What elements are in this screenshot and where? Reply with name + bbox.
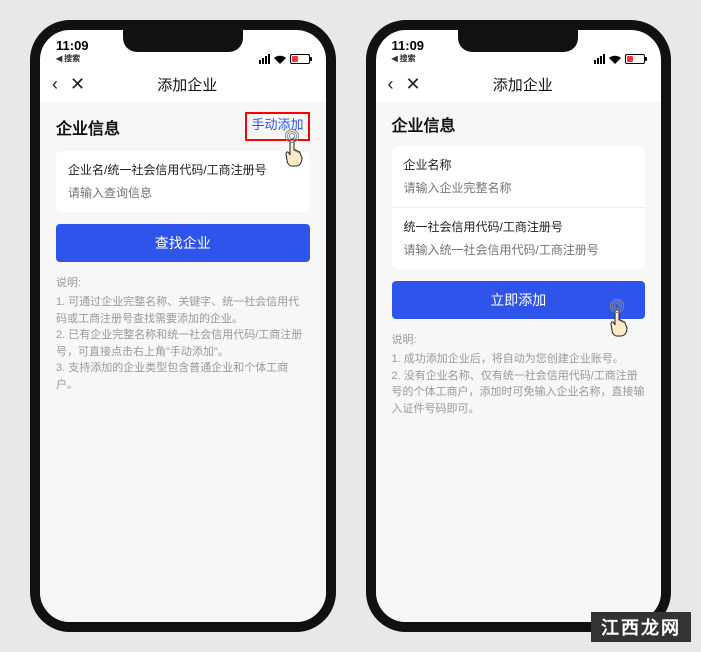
back-icon[interactable]: ‹	[388, 74, 394, 95]
pointer-hand-icon	[607, 306, 637, 342]
status-time: 11:09	[392, 38, 425, 53]
hint-item: 2. 已有企业完整名称和统一社会信用代码/工商注册号，可直接点击右上角"手动添加…	[56, 327, 310, 360]
field-label-name: 企业名称	[404, 156, 634, 173]
pointer-hand-icon	[282, 136, 312, 172]
battery-icon	[290, 54, 310, 64]
status-search: ◀ 搜索	[392, 53, 425, 64]
field-label: 企业名/统一社会信用代码/工商注册号	[68, 161, 298, 178]
wifi-icon	[609, 55, 621, 64]
phone-left: 11:09 ◀ 搜索 ‹ ✕ 添加企业 企业信息 手动添加 企业名/统一社会信用…	[30, 20, 336, 632]
section-title: 企业信息	[56, 115, 120, 139]
status-time: 11:09	[56, 38, 89, 53]
nav-bar: ‹ ✕ 添加企业	[40, 66, 326, 102]
back-icon[interactable]: ‹	[52, 74, 58, 95]
close-icon[interactable]: ✕	[406, 74, 421, 95]
notch	[123, 30, 243, 52]
hint-item: 1. 成功添加企业后，将自动为您创建企业账号。	[392, 351, 646, 368]
hint-item: 3. 支持添加的企业类型包含普通企业和个体工商户。	[56, 360, 310, 393]
signal-icon	[259, 54, 270, 64]
wifi-icon	[274, 55, 286, 64]
watermark: 江西龙网	[591, 612, 691, 642]
hint-label: 说明:	[56, 274, 310, 290]
company-code-input[interactable]	[404, 243, 634, 257]
nav-bar: ‹ ✕ 添加企业	[376, 66, 662, 102]
page-title: 添加企业	[433, 74, 613, 95]
status-search: ◀ 搜索	[56, 53, 89, 64]
phone-right: 11:09 ◀ 搜索 ‹ ✕ 添加企业 企业信息 企业名称 统一社会信用代码/工…	[366, 20, 672, 632]
hint-item: 1. 可通过企业完整名称、关键字、统一社会信用代码或工商注册号查找需要添加的企业…	[56, 294, 310, 327]
notch	[458, 30, 578, 52]
form-card: 企业名称 统一社会信用代码/工商注册号	[392, 146, 646, 269]
signal-icon	[594, 54, 605, 64]
battery-icon	[625, 54, 645, 64]
field-label-code: 统一社会信用代码/工商注册号	[404, 218, 634, 235]
search-card: 企业名/统一社会信用代码/工商注册号	[56, 151, 310, 212]
search-button[interactable]: 查找企业	[56, 224, 310, 262]
company-name-input[interactable]	[404, 181, 634, 195]
page-title: 添加企业	[97, 74, 277, 95]
close-icon[interactable]: ✕	[70, 74, 85, 95]
search-input[interactable]	[68, 186, 298, 200]
section-title: 企业信息	[392, 112, 456, 136]
hint-item: 2. 没有企业名称、仅有统一社会信用代码/工商注册号的个体工商户，添加时可免输入…	[392, 368, 646, 418]
